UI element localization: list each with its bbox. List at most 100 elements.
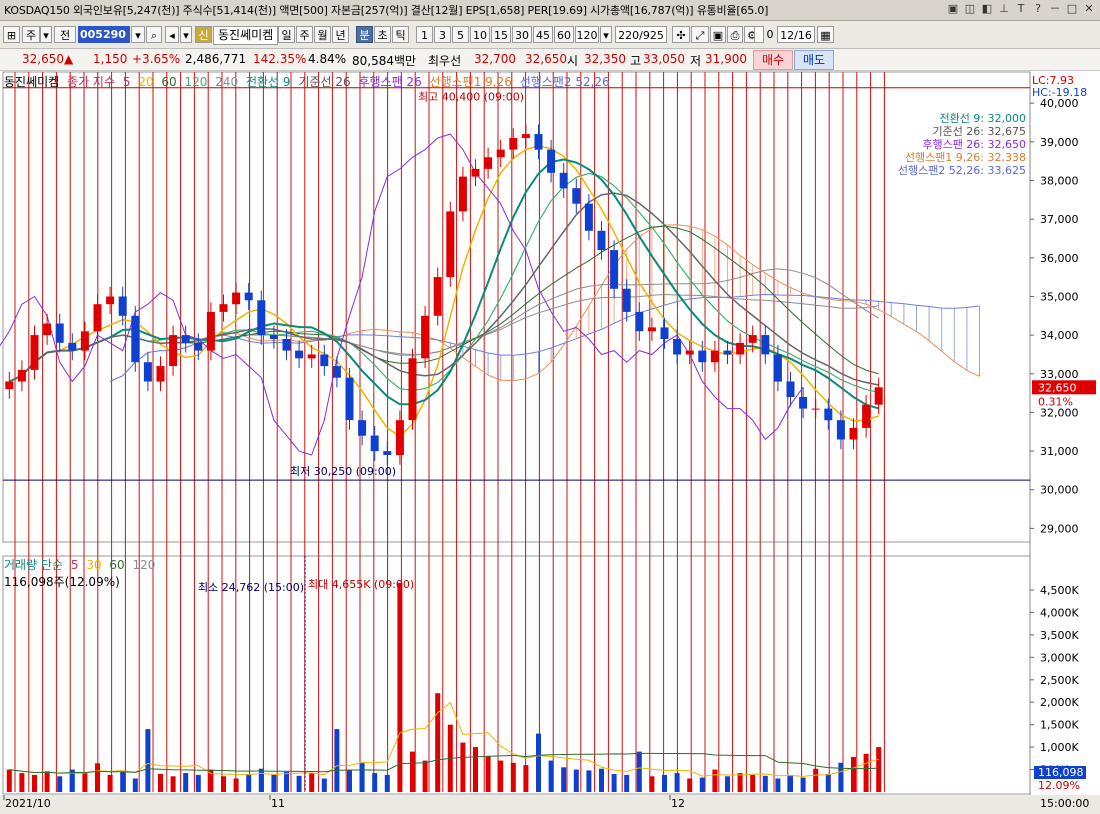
candle-body: [547, 149, 556, 173]
volume-bar: [435, 693, 441, 792]
interval-30[interactable]: 30: [512, 26, 532, 43]
market-dropdown-icon[interactable]: ▾: [40, 26, 52, 43]
period-year[interactable]: 년: [332, 26, 349, 43]
volume-bar: [397, 583, 403, 792]
buy-button[interactable]: 매수: [753, 50, 793, 70]
crosshair-icon[interactable]: ✣: [672, 26, 690, 43]
volume-axis-label: 4,500K: [1040, 584, 1079, 597]
candle-body: [30, 335, 39, 370]
layout-icon[interactable]: ▣: [946, 2, 960, 16]
volume-bar: [725, 776, 730, 792]
current-pct-label: 0.31%: [1038, 395, 1073, 408]
volume-bar: [57, 776, 63, 792]
price-axis-label: 39,000: [1040, 136, 1079, 149]
volume-bar: [347, 769, 352, 792]
candle-body: [320, 354, 329, 367]
high-annotation: 최고 40,400 (09:00): [418, 91, 524, 104]
hc-label: HC:-19.18: [1032, 86, 1087, 99]
volume-bar: [120, 771, 126, 792]
candle-body: [471, 168, 480, 177]
candle-body: [811, 408, 820, 410]
interval-10[interactable]: 10: [470, 26, 490, 43]
count-field[interactable]: 220/925: [615, 26, 667, 43]
open-price: 32,350: [584, 52, 626, 66]
sound-icon[interactable]: ◂: [165, 26, 179, 43]
toolbar: ⊞ 주 ▾ 전 005290 ▾ ⌕ ◂ ▾ 신 동진쎄미켐 일 주 월 년 분…: [0, 21, 1100, 49]
volume-bar: [876, 747, 882, 792]
period-week[interactable]: 주: [296, 26, 313, 43]
close-icon[interactable]: ✕: [1082, 2, 1096, 16]
candle-body: [358, 420, 367, 436]
date-checkbox[interactable]: [754, 26, 764, 43]
price-axis-label: 35,000: [1040, 291, 1079, 304]
interval-45[interactable]: 45: [533, 26, 553, 43]
interval-3[interactable]: 3: [434, 26, 451, 43]
ichimoku-value-label: 선행스팬2 52,26: 33,625: [898, 164, 1026, 177]
volume-pct-label: 12.09%: [1038, 779, 1080, 792]
maximize-icon[interactable]: □: [1065, 2, 1079, 16]
price-axis-label: 37,000: [1040, 213, 1079, 226]
print-icon[interactable]: ⎙: [727, 26, 743, 43]
interval-1[interactable]: 1: [416, 26, 433, 43]
volume-current-label: 116,098: [1038, 766, 1084, 779]
minimize-icon[interactable]: －: [1048, 2, 1062, 16]
period-day[interactable]: 일: [278, 26, 295, 43]
volume-bar: [6, 769, 12, 792]
stock-name-field[interactable]: 동진쎄미켐: [213, 26, 279, 45]
candle-body: [244, 292, 253, 301]
code-dropdown-icon[interactable]: ▾: [131, 26, 145, 43]
calendar-icon[interactable]: ▦: [817, 26, 834, 43]
search-icon[interactable]: ⌕: [146, 26, 162, 43]
font-icon[interactable]: T: [1014, 2, 1028, 16]
volume-ma60: 60: [109, 558, 125, 572]
sell-button[interactable]: 매도: [794, 50, 834, 70]
volume-bar: [158, 774, 163, 792]
interval-5[interactable]: 5: [452, 26, 469, 43]
draw-icon[interactable]: ⤢: [691, 26, 709, 43]
candle-body: [597, 230, 606, 251]
period-second[interactable]: 초: [374, 26, 391, 43]
period-month[interactable]: 월: [314, 26, 331, 43]
interval-dropdown-icon[interactable]: ▾: [600, 26, 612, 43]
candle-body: [408, 358, 417, 421]
volume-bar: [498, 760, 504, 792]
volume-bar: [422, 760, 428, 792]
period-minute[interactable]: 분: [356, 26, 373, 43]
new-badge: 신: [195, 26, 212, 43]
tool-icon[interactable]: ⊞: [3, 26, 20, 43]
date-field[interactable]: 12/16: [777, 26, 815, 43]
candle-body: [584, 203, 593, 231]
volume-bar: [699, 777, 705, 792]
help-icon[interactable]: ?: [1031, 2, 1045, 16]
sound-dropdown-icon[interactable]: ▾: [180, 26, 192, 43]
high-label: 고: [630, 54, 642, 68]
up-arrow-icon: ▲: [64, 52, 74, 66]
save-icon[interactable]: ▣: [710, 26, 726, 43]
candle-body: [307, 354, 316, 359]
copy-icon[interactable]: ◫: [963, 2, 977, 16]
price-volume-chart[interactable]: 40,000 39,000 38,000 37,000 36,000 35,000 34,0…: [0, 71, 1100, 814]
market-select[interactable]: 주: [22, 26, 40, 43]
price-axis-label: 40,000: [1040, 97, 1079, 110]
split-icon[interactable]: ◧: [980, 2, 994, 16]
candle-body: [698, 350, 707, 363]
candle-body: [458, 176, 467, 212]
volume-bar: [485, 756, 491, 792]
candle-body: [370, 435, 379, 452]
candle-body: [660, 327, 669, 339]
interval-60[interactable]: 60: [554, 26, 574, 43]
pin-icon[interactable]: ⊥: [997, 2, 1011, 16]
candle-body: [169, 335, 178, 366]
period-tick[interactable]: 틱: [392, 26, 409, 43]
high-price: 33,050: [643, 52, 685, 66]
volume-panel: [2, 555, 1031, 795]
mode-select[interactable]: 전: [54, 26, 76, 43]
volume-bar: [19, 773, 25, 792]
volume-bar: [649, 776, 655, 792]
volume-bar: [788, 774, 793, 792]
candle-body: [383, 451, 392, 455]
interval-select[interactable]: 120: [575, 26, 599, 43]
volume-bar: [460, 742, 466, 792]
interval-15[interactable]: 15: [491, 26, 511, 43]
stock-code-input[interactable]: 005290: [78, 26, 130, 43]
